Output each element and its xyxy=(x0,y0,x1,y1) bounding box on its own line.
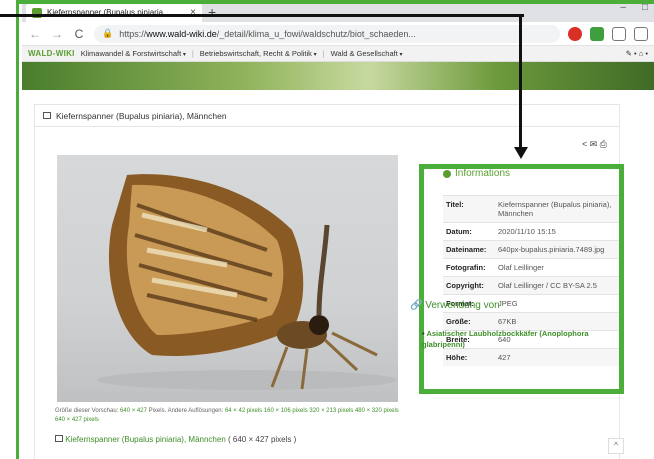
scroll-up-button[interactable]: ^ xyxy=(608,438,624,454)
resolution-link-320[interactable]: 320 × 213 pixels xyxy=(309,408,353,414)
menu-betriebswirtschaft[interactable]: Betriebswirtschaft, Recht & Politik xyxy=(200,49,317,58)
image-icon xyxy=(43,112,51,119)
frame-left xyxy=(0,0,19,459)
preview-caption: Größe dieser Vorschau: 640 × 427 Pixels.… xyxy=(55,408,399,423)
url-path: /_detail/klima_u_fowi/waldschutz/biot_sc… xyxy=(216,28,416,39)
resolution-link-640[interactable]: 640 × 427 pixels xyxy=(55,417,99,423)
favorites-icon[interactable] xyxy=(612,26,626,41)
site-tools-icon[interactable]: ✎ • ⌂ • xyxy=(626,49,648,58)
caption-size-link[interactable]: 640 × 427 xyxy=(120,408,147,414)
image-icon xyxy=(55,435,63,442)
file-link-row: Kiefernspanner (Bupalus piniaria), Männc… xyxy=(55,435,296,444)
header-banner xyxy=(22,62,654,90)
menu-klimawandel[interactable]: Klimawandel & Forstwirtschaft xyxy=(81,49,186,58)
resolution-link-160[interactable]: 160 × 106 pixels xyxy=(264,408,308,414)
detail-title: Kiefernspanner (Bupalus piniaria), Männc… xyxy=(56,110,227,121)
usage-link[interactable]: Asiatischer Laubholzbockkäfer (Anoplopho… xyxy=(422,328,612,350)
back-icon[interactable]: ← xyxy=(28,27,42,41)
detail-header: Kiefernspanner (Bupalus piniaria), Männc… xyxy=(35,105,619,127)
site-navbar: WALD-WIKI Klimawandel & Forstwirtschaft … xyxy=(22,46,654,62)
new-tab-button[interactable]: + xyxy=(208,3,216,22)
reload-icon[interactable]: C xyxy=(72,27,86,41)
menu-gesellschaft[interactable]: Wald & Gesellschaft xyxy=(331,49,403,58)
extension-red-icon[interactable] xyxy=(568,26,582,41)
url-prefix: https:// xyxy=(119,28,147,39)
file-size: ( 640 × 427 pixels ) xyxy=(228,435,297,444)
lock-icon: 🔒 xyxy=(102,28,114,38)
collections-icon[interactable] xyxy=(634,26,648,41)
address-bar[interactable]: 🔒 https://www.wald-wiki.de/_detail/klima… xyxy=(94,24,560,43)
extension-check-icon[interactable] xyxy=(590,26,604,41)
address-toolbar: ← → C 🔒 https://www.wald-wiki.de/_detail… xyxy=(22,22,654,46)
resolution-link-64[interactable]: 64 × 42 pixels xyxy=(225,408,262,414)
callout-arrow-line xyxy=(0,14,524,17)
moth-illustration xyxy=(97,174,397,390)
resolution-link-480[interactable]: 480 × 320 pixels xyxy=(355,408,399,414)
forward-icon[interactable]: → xyxy=(50,27,64,41)
arrow-head-icon xyxy=(514,147,528,159)
usage-heading: 🔗 Verwendung von xyxy=(410,300,500,311)
share-tools[interactable]: < ✉ ⎙ xyxy=(582,139,607,150)
site-logo[interactable]: WALD-WIKI xyxy=(28,49,75,58)
callout-arrow-shaft xyxy=(519,14,522,148)
screenshot: Kiefernspanner (Bupalus piniaria × + – □… xyxy=(0,0,654,459)
info-highlight-box xyxy=(419,164,624,394)
moth-photo[interactable] xyxy=(57,155,398,402)
active-tab[interactable]: Kiefernspanner (Bupalus piniaria × xyxy=(26,3,202,22)
original-file-link[interactable]: Kiefernspanner (Bupalus piniaria), Männc… xyxy=(65,435,226,444)
url-domain: www.wald-wiki.de xyxy=(146,28,217,39)
frame-top xyxy=(0,0,654,4)
